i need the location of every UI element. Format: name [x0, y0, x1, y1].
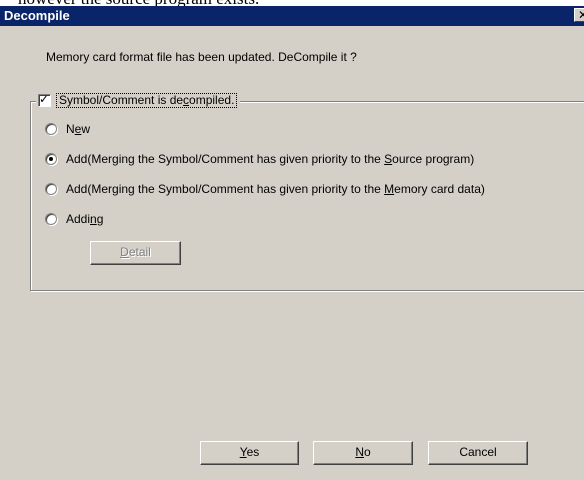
- title-bar: Decompile ✕: [0, 6, 584, 26]
- decompile-dialog: Decompile ✕ Memory card format file has …: [0, 6, 584, 480]
- dialog-title: Decompile: [4, 8, 70, 23]
- symbol-comment-checkbox[interactable]: ✓ Symbol/Comment is decompiled.: [36, 91, 241, 108]
- checkbox-box[interactable]: ✓: [38, 91, 51, 107]
- radio-add-memory-card-priority[interactable]: Add(Merging the Symbol/Comment has given…: [45, 181, 485, 197]
- close-icon: ✕: [578, 8, 584, 22]
- radio-button-selected[interactable]: [45, 153, 57, 165]
- radio-dot-icon: [49, 157, 53, 161]
- radio-label: Adding: [66, 212, 104, 226]
- radio-label: Add(Merging the Symbol/Comment has given…: [66, 152, 475, 166]
- radio-button[interactable]: [45, 183, 57, 195]
- radio-label: New: [66, 122, 91, 136]
- cancel-button[interactable]: Cancel: [428, 441, 528, 465]
- message-text: Memory card format file has been updated…: [46, 50, 357, 64]
- radio-label: Add(Merging the Symbol/Comment has given…: [66, 182, 485, 196]
- radio-adding[interactable]: Adding: [45, 211, 103, 227]
- radio-button[interactable]: [45, 213, 57, 225]
- radio-button[interactable]: [45, 123, 57, 135]
- close-button[interactable]: ✕: [574, 8, 584, 22]
- yes-button[interactable]: Yes: [200, 441, 299, 465]
- no-button[interactable]: No: [313, 441, 413, 465]
- checkbox-label: Symbol/Comment is decompiled.: [56, 92, 238, 108]
- radio-add-source-priority[interactable]: Add(Merging the Symbol/Comment has given…: [45, 151, 474, 167]
- checkmark-icon: ✓: [39, 91, 50, 106]
- detail-button[interactable]: Detail: [90, 241, 181, 265]
- radio-new[interactable]: New: [45, 121, 90, 137]
